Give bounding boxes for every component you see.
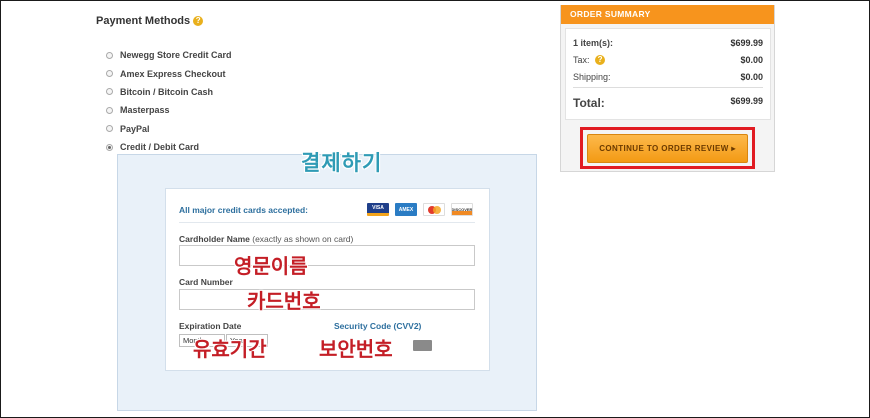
cardholder-name-label: Cardholder Name (exactly as shown on car… xyxy=(179,234,353,244)
shipping-value: $0.00 xyxy=(740,72,763,82)
summary-row-tax: Tax: ? $0.00 xyxy=(573,55,763,65)
help-icon[interactable]: ? xyxy=(193,16,204,26)
payment-option-label: Bitcoin / Bitcoin Cash xyxy=(120,86,214,97)
radio-button[interactable] xyxy=(106,88,113,96)
cardholder-name-label-text: Cardholder Name xyxy=(179,234,250,244)
payment-option-paypal[interactable]: PayPal xyxy=(106,120,232,138)
radio-button[interactable] xyxy=(106,106,113,114)
payment-option-amex-express-checkout[interactable]: Amex Express Checkout xyxy=(106,64,232,82)
payment-option-label: Newegg Store Credit Card xyxy=(120,50,232,61)
order-summary-header: ORDER SUMMARY xyxy=(561,5,774,24)
shipping-label: Shipping: xyxy=(573,72,611,82)
accepted-cards-label: All major credit cards accepted: xyxy=(179,205,308,215)
annotation-expiry: 유효기간 xyxy=(193,337,267,361)
payment-methods-label: Payment Methods xyxy=(96,15,191,27)
tax-label-group: Tax: ? xyxy=(573,55,606,65)
payment-option-newegg-store-credit-card[interactable]: Newegg Store Credit Card xyxy=(106,46,232,64)
cvv-card-icon xyxy=(413,340,432,351)
security-code-label: Security Code (CVV2) xyxy=(334,321,422,331)
payment-option-label: Masterpass xyxy=(120,105,170,116)
items-label: 1 item(s): xyxy=(573,38,614,48)
payment-method-list: Newegg Store Credit Card Amex Express Ch… xyxy=(106,46,232,156)
radio-button[interactable] xyxy=(106,125,113,133)
payment-option-label: Amex Express Checkout xyxy=(120,68,226,79)
annotation-english-name: 영문이름 xyxy=(234,254,308,278)
continue-button-label: CONTINUE TO ORDER REVIEW xyxy=(599,144,729,153)
annotation-card-number: 카드번호 xyxy=(247,289,321,313)
tax-value: $0.00 xyxy=(740,55,763,65)
radio-button[interactable] xyxy=(106,51,113,59)
summary-row-shipping: Shipping: $0.00 xyxy=(573,72,763,82)
annotation-security-code: 보안번호 xyxy=(319,337,393,361)
divider xyxy=(179,222,475,223)
cardholder-name-input[interactable] xyxy=(179,245,475,266)
amex-logo: AMEX xyxy=(395,203,417,216)
card-number-input[interactable] xyxy=(179,289,475,310)
total-label: Total: xyxy=(573,96,605,110)
summary-row-total: Total: $699.99 xyxy=(573,96,763,110)
items-value: $699.99 xyxy=(730,38,763,48)
card-number-label: Card Number xyxy=(179,277,233,287)
payment-option-label: Credit / Debit Card xyxy=(120,142,200,153)
radio-button[interactable] xyxy=(106,70,113,78)
discover-logo: DISCOVER xyxy=(451,203,473,216)
total-value: $699.99 xyxy=(730,96,763,106)
payment-option-masterpass[interactable]: Masterpass xyxy=(106,101,232,119)
radio-button-selected[interactable] xyxy=(106,143,113,151)
mastercard-logo xyxy=(423,203,445,216)
card-logos: VISA AMEX DISCOVER xyxy=(367,203,473,216)
cardholder-name-hint: (exactly as shown on card) xyxy=(252,234,354,244)
payment-option-bitcoin[interactable]: Bitcoin / Bitcoin Cash xyxy=(106,83,232,101)
continue-to-order-review-button[interactable]: CONTINUE TO ORDER REVIEW ▸ xyxy=(587,134,748,163)
summary-divider xyxy=(573,87,763,88)
arrow-right-icon: ▸ xyxy=(731,144,736,153)
expiration-date-label: Expiration Date xyxy=(179,321,242,331)
payment-option-label: PayPal xyxy=(120,123,150,134)
tax-help-icon[interactable]: ? xyxy=(595,55,606,65)
tax-label: Tax: xyxy=(573,55,590,65)
summary-row-items: 1 item(s): $699.99 xyxy=(573,38,763,48)
visa-logo: VISA xyxy=(367,203,389,216)
annotation-checkout: 결제하기 xyxy=(301,151,383,175)
payment-methods-title: Payment Methods? xyxy=(96,15,204,27)
